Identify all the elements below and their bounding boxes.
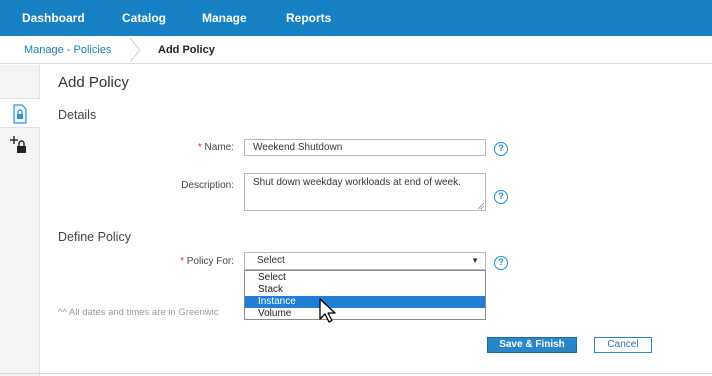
name-label: * Name: (94, 142, 234, 153)
nav-reports[interactable]: Reports (286, 0, 331, 36)
nav-catalog[interactable]: Catalog (122, 0, 166, 36)
required-marker: * (180, 256, 184, 267)
policy-for-selected-value: Select (257, 255, 285, 266)
timezone-footnote: ^^ All dates and times are in Greenwic (58, 307, 219, 318)
help-circle-icon[interactable]: ? (494, 142, 508, 156)
locked-document-icon (13, 104, 27, 124)
rail-item-policies[interactable] (0, 98, 40, 128)
dropdown-option-instance[interactable]: Instance (245, 296, 485, 308)
dropdown-option-stack[interactable]: Stack (245, 284, 485, 296)
breadcrumb: Manage - Policies Add Policy (0, 36, 712, 64)
breadcrumb-separator-icon (129, 38, 141, 62)
breadcrumb-manage-policies[interactable]: Manage - Policies (24, 36, 111, 64)
left-rail (0, 65, 40, 376)
add-lock-icon (10, 136, 26, 153)
resize-grip-icon[interactable] (477, 202, 484, 209)
name-field[interactable]: Weekend Shutdown (244, 139, 486, 156)
chevron-down-icon: ▼ (471, 256, 479, 265)
required-marker: * (197, 142, 202, 153)
nav-dashboard[interactable]: Dashboard (22, 0, 85, 36)
policy-for-label: * Policy For: (94, 256, 234, 267)
policy-for-dropdown-list: Select Stack Instance Volume (244, 270, 486, 320)
dropdown-option-select[interactable]: Select (245, 272, 485, 284)
section-title-define-policy: Define Policy (58, 230, 131, 244)
name-label-text: Name: (204, 142, 234, 153)
top-nav-bar: Dashboard Catalog Manage Reports (0, 0, 712, 36)
policy-for-label-text: Policy For: (186, 256, 234, 267)
breadcrumb-current: Add Policy (158, 44, 215, 56)
description-label: Description: (181, 180, 234, 191)
dropdown-option-volume[interactable]: Volume (245, 308, 485, 320)
save-and-finish-button[interactable]: Save & Finish (487, 337, 577, 353)
rail-item-add-lock[interactable] (10, 135, 30, 155)
help-circle-icon[interactable]: ? (494, 256, 508, 270)
cancel-button[interactable]: Cancel (594, 337, 652, 353)
description-field[interactable]: Shut down weekday workloads at end of we… (244, 173, 486, 211)
policy-for-select[interactable]: Select ▼ (244, 252, 486, 270)
page-title: Add Policy (58, 74, 129, 91)
bottom-divider (0, 373, 712, 374)
pointer-cursor-icon (319, 298, 336, 323)
nav-manage[interactable]: Manage (202, 0, 247, 36)
description-text: Shut down weekday workloads at end of we… (253, 177, 461, 188)
section-title-details: Details (58, 108, 97, 122)
help-circle-icon[interactable]: ? (494, 190, 508, 204)
